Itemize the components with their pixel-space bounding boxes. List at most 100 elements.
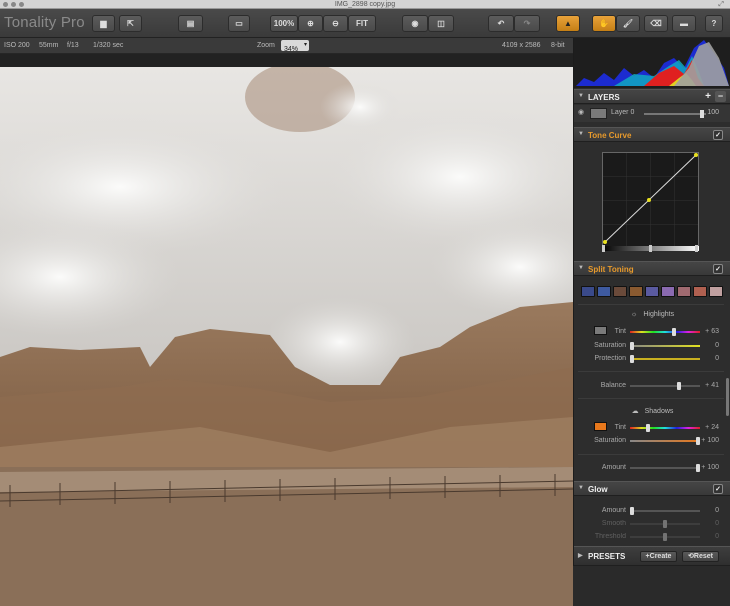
landscape-icon: ▲ [564,19,572,28]
zoom-select[interactable]: 34% ▾ [281,40,309,53]
highlights-protection-slider[interactable] [630,355,700,363]
glow-header[interactable]: ▼ Glow ✓ [574,481,730,496]
black-point-handle[interactable] [602,245,605,252]
help-button[interactable]: ? [705,15,723,32]
curve-point-white[interactable] [694,153,698,157]
tone-curve-enable-checkbox[interactable]: ✓ [713,130,723,140]
filmstrip-button[interactable]: ▤ [178,15,203,32]
glow-amount-slider[interactable] [630,507,700,515]
split-toning-enable-checkbox[interactable]: ✓ [713,264,723,274]
slider-knob[interactable] [630,342,634,350]
highlights-protection-value: 0 [715,355,719,362]
split-toning-preset-swatch[interactable] [629,286,643,297]
layers-header[interactable]: ▼ LAYERS + − [574,89,730,104]
highlights-saturation-slider[interactable] [630,342,700,350]
divider [578,398,724,399]
mask-button[interactable]: ▬ [672,15,696,32]
remove-layer-button[interactable]: − [715,91,726,102]
window-titlebar: IMG_2898 copy.jpg ⤢ [0,0,730,9]
glow-smooth-slider[interactable] [630,520,700,528]
create-preset-button[interactable]: +Create [640,551,677,562]
curve-point-black[interactable] [603,240,607,244]
panel-scrollbar[interactable] [726,378,729,416]
balance-slider[interactable] [630,382,700,390]
slider-knob[interactable] [700,110,704,118]
split-toning-preset-swatch[interactable] [613,286,627,297]
folder-icon: ▆ [100,19,107,28]
slider-knob[interactable] [696,437,700,445]
highlights-heading: ☼ Highlights [574,311,730,318]
slider-knob[interactable] [677,382,681,390]
eraser-tool-button[interactable]: ⌫ [644,15,668,32]
zoom-100-button[interactable]: 100% [270,15,298,32]
balance-value: + 41 [705,382,719,389]
hand-tool-button[interactable]: ✋ [592,15,616,32]
shadows-saturation-label: Saturation [594,437,626,444]
highlights-tint-value: + 63 [705,328,719,335]
slider-knob[interactable] [696,464,700,472]
redo-button[interactable]: ↷ [514,15,540,32]
reset-button[interactable]: ⟲Reset [682,551,719,562]
zoom-in-icon: ⊕ [307,19,314,28]
split-toning-preset-swatch[interactable] [661,286,675,297]
presets-view-button[interactable]: ▲ [556,15,580,32]
shadows-tint-slider[interactable] [630,424,700,432]
shadows-saturation-slider[interactable] [630,437,700,445]
layout-button[interactable]: ▭ [228,15,250,32]
layer-opacity-value: 100 [707,109,719,116]
curve-point-mid[interactable] [647,198,651,202]
split-toning-preset-swatch[interactable] [709,286,723,297]
white-point-handle[interactable] [695,245,698,252]
compare-button[interactable]: ◫ [428,15,454,32]
chevron-down-icon: ▾ [303,42,307,48]
glow-amount-row: Amount 0 [574,505,730,517]
tone-curve-graph[interactable] [602,152,699,249]
zoom-in-button[interactable]: ⊕ [298,15,323,32]
preview-button[interactable]: ◉ [402,15,428,32]
slider-knob[interactable] [663,533,667,541]
tone-curve-header[interactable]: ▼ Tone Curve ✓ [574,127,730,142]
split-toning-preset-swatch[interactable] [693,286,707,297]
eye-icon: ◉ [411,19,419,28]
disclosure-closed-icon: ▶ [578,553,583,559]
split-toning-title: Split Toning [588,265,634,274]
zoom-out-icon: ⊖ [332,19,339,28]
split-toning-header[interactable]: ▼ Split Toning ✓ [574,261,730,276]
slider-knob[interactable] [663,520,667,528]
image-canvas[interactable] [0,54,573,606]
slider-knob[interactable] [646,424,650,432]
highlights-tint-row: Tint + 63 [574,326,730,338]
visibility-eye-icon[interactable]: ◉ [578,108,584,116]
glow-threshold-slider[interactable] [630,533,700,541]
layout-icon: ▭ [235,19,243,28]
export-button[interactable]: ⇱ [119,15,142,32]
curve-plot[interactable] [603,153,698,248]
undo-button[interactable]: ↶ [488,15,514,32]
curve-input-gradient[interactable] [602,245,699,252]
open-file-button[interactable]: ▆ [92,15,115,32]
shutter-value: 1/320 sec [93,42,124,49]
highlights-tint-slider[interactable] [630,328,700,336]
split-toning-preset-swatch[interactable] [677,286,691,297]
split-toning-preset-swatch[interactable] [645,286,659,297]
brush-tool-button[interactable]: 🖌 [616,15,640,32]
slider-knob[interactable] [630,355,634,363]
slider-knob[interactable] [630,507,634,515]
highlights-saturation-value: 0 [715,342,719,349]
zoom-out-button[interactable]: ⊖ [323,15,348,32]
split-toning-amount-slider[interactable] [630,464,700,472]
mid-point-handle[interactable] [649,245,652,252]
glow-enable-checkbox[interactable]: ✓ [713,484,723,494]
split-toning-preset-swatch[interactable] [597,286,611,297]
split-toning-preset-swatch[interactable] [581,286,595,297]
layer-row[interactable]: ◉ Layer 0 100 [574,105,730,122]
layer-opacity-slider[interactable] [644,110,706,118]
slider-knob[interactable] [672,328,676,336]
photo-preview[interactable] [0,67,573,606]
add-layer-button[interactable]: + [705,91,711,102]
fit-button[interactable]: FIT [348,15,376,32]
adjustments-panel: ▼ LAYERS + − ◉ Layer 0 100 ▼ Tone Curve … [573,38,730,566]
cloud-icon: ☁ [631,408,639,415]
highlights-protection-row: Protection 0 [574,353,730,365]
fullscreen-icon[interactable]: ⤢ [718,1,724,9]
